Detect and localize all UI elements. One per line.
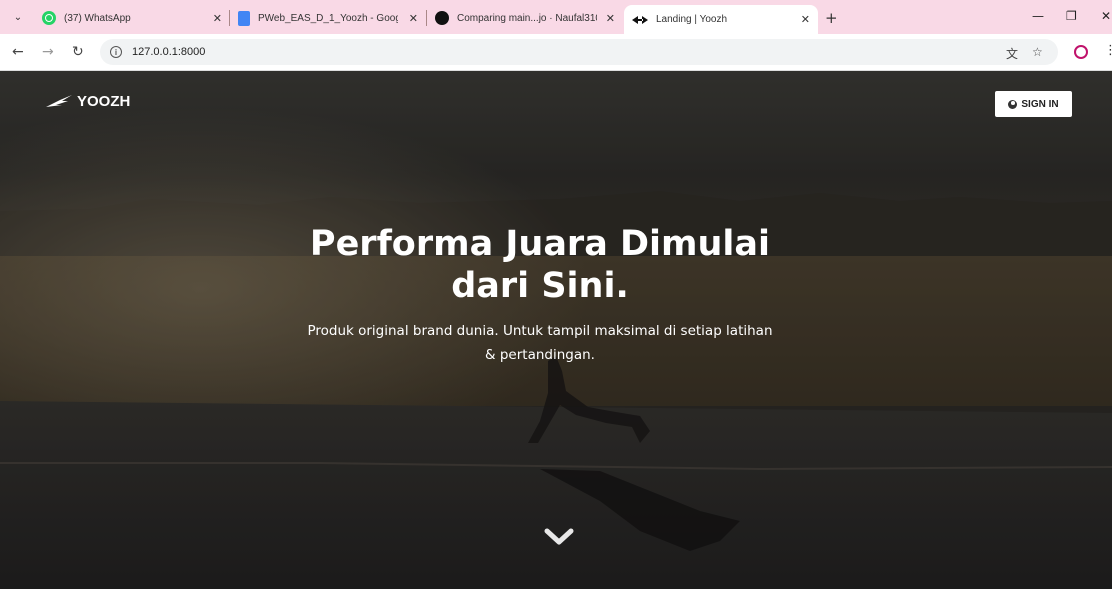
whatsapp-icon xyxy=(42,11,56,25)
browser-tab-whatsapp[interactable]: (37) WhatsApp ✕ xyxy=(34,5,230,31)
tab-search-chevron-icon[interactable]: ⌄ xyxy=(8,8,28,26)
close-tab-icon[interactable]: ✕ xyxy=(213,12,222,25)
back-arrow-icon[interactable]: ← xyxy=(12,44,24,60)
forward-arrow-icon[interactable]: → xyxy=(42,44,54,60)
hero-subtitle: Produk original brand dunia. Untuk tampi… xyxy=(300,319,780,367)
tab-title: Landing | Yoozh xyxy=(656,14,728,25)
tab-title: Comparing main...jo · Naufal310 xyxy=(457,12,597,24)
sign-in-label: SIGN IN xyxy=(1021,98,1059,110)
browser-toolbar: ← → ↻ i 127.0.0.1:8000 文 ☆ ⋮ xyxy=(0,34,1112,71)
yoozh-icon xyxy=(632,15,648,24)
close-window-icon[interactable]: ✕ xyxy=(1101,9,1111,23)
new-tab-plus-icon[interactable]: + xyxy=(825,9,838,27)
hero-title: Performa Juara Dimulai dari Sini. xyxy=(230,223,850,307)
sign-in-button[interactable]: SIGN IN xyxy=(995,91,1072,117)
github-icon xyxy=(435,11,449,25)
brand-name: YOOZH xyxy=(77,93,131,110)
google-docs-icon xyxy=(238,10,250,26)
tab-title: PWeb_EAS_D_1_Yoozh - Google xyxy=(258,12,398,24)
browser-tab-landing-active[interactable]: Landing | Yoozh ✕ xyxy=(624,5,818,34)
reload-icon[interactable]: ↻ xyxy=(72,44,84,60)
address-bar[interactable]: i 127.0.0.1:8000 文 ☆ xyxy=(100,39,1058,65)
chevron-down-icon[interactable] xyxy=(543,527,575,547)
hero-title-line-1: Performa Juara Dimulai xyxy=(309,224,771,264)
close-tab-icon[interactable]: ✕ xyxy=(801,13,810,26)
user-circle-icon xyxy=(1008,99,1018,109)
hero-subtitle-line-1: Produk original brand dunia. Untuk tampi… xyxy=(307,323,773,339)
browser-tab-github[interactable]: Comparing main...jo · Naufal310 ✕ xyxy=(427,5,623,31)
translate-icon[interactable]: 文 xyxy=(1006,45,1018,62)
close-tab-icon[interactable]: ✕ xyxy=(606,12,615,25)
close-tab-icon[interactable]: ✕ xyxy=(409,12,418,25)
hero-section: YOOZH SIGN IN Performa Juara Dimulai dar… xyxy=(0,71,1112,589)
tab-title: (37) WhatsApp xyxy=(64,12,131,24)
hero-title-line-2: dari Sini. xyxy=(451,266,629,306)
yoozh-logo-icon xyxy=(46,94,72,107)
browser-tab-google-docs[interactable]: PWeb_EAS_D_1_Yoozh - Google ✕ xyxy=(230,5,426,31)
url-text[interactable]: 127.0.0.1:8000 xyxy=(132,46,205,58)
restore-icon[interactable]: ❐ xyxy=(1066,9,1077,23)
profile-avatar-icon[interactable] xyxy=(1074,45,1088,59)
brand-logo[interactable]: YOOZH xyxy=(46,93,130,110)
site-info-icon[interactable]: i xyxy=(110,46,122,58)
bookmark-star-icon[interactable]: ☆ xyxy=(1032,45,1043,59)
minimize-icon[interactable]: — xyxy=(1032,9,1044,23)
hero-subtitle-line-2: & pertandingan. xyxy=(485,347,595,363)
browser-menu-icon[interactable]: ⋮ xyxy=(1104,43,1112,58)
browser-tab-strip: ⌄ (37) WhatsApp ✕ PWeb_EAS_D_1_Yoozh - G… xyxy=(0,0,1112,34)
